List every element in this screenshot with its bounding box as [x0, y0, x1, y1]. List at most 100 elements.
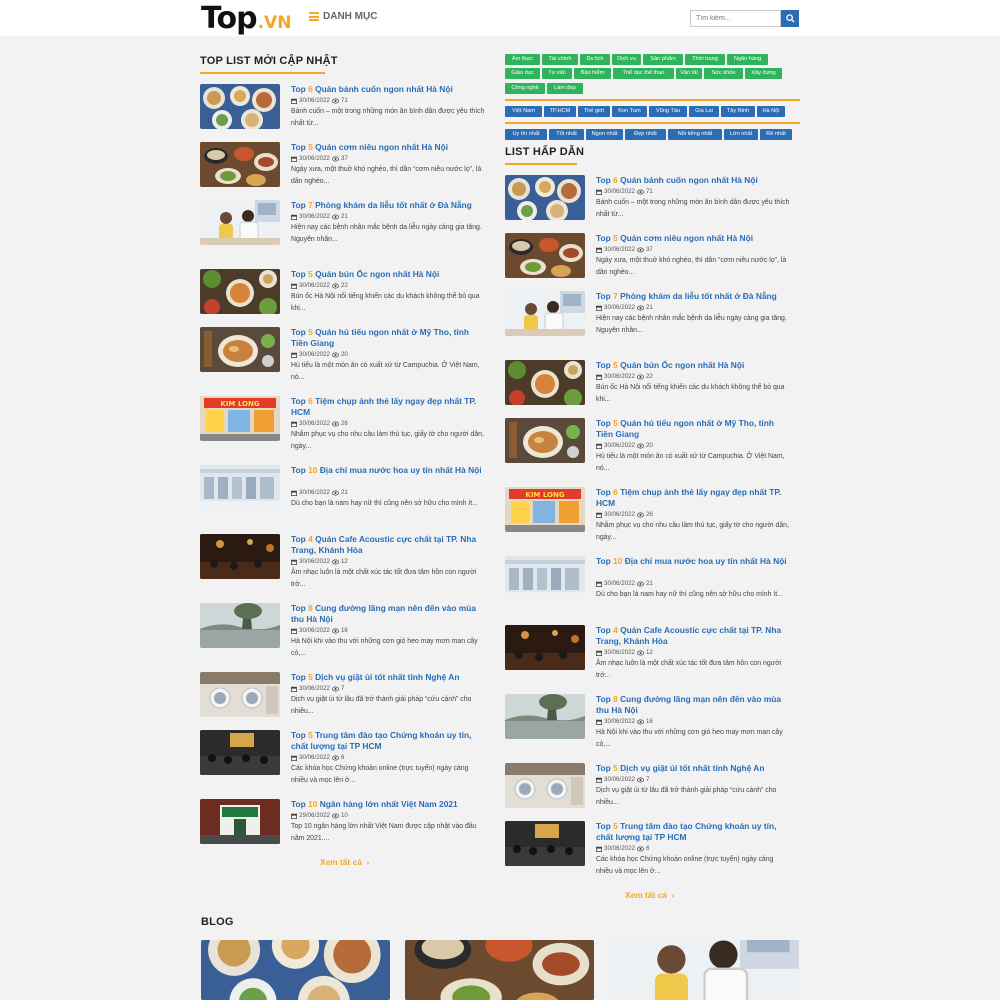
tag-link[interactable]: Du lịch	[580, 54, 610, 65]
article-title-link[interactable]: Top 5 Quán hủ tiếu ngon nhất ở Mỹ Tho, t…	[596, 418, 793, 440]
article-thumbnail[interactable]	[200, 269, 280, 314]
article-thumbnail[interactable]	[200, 603, 280, 648]
article-title-link[interactable]: Top 6 Quán bánh cuốn ngon nhất Hà Nội	[596, 175, 793, 186]
tag-link[interactable]: Thể dục thể thao	[613, 68, 674, 79]
article-title-link[interactable]: Top 5 Trung tâm đào tạo Chứng khoán uy t…	[596, 821, 793, 843]
article-title-link[interactable]: Top 10 Địa chỉ mua nước hoa uy tín nhất …	[291, 465, 488, 476]
tag-link[interactable]: Kon Tum	[612, 106, 647, 117]
article-title-link[interactable]: Top 5 Quán hủ tiếu ngon nhất ở Mỹ Tho, t…	[291, 327, 488, 349]
tag-link[interactable]: Ngân hàng	[727, 54, 768, 65]
article-excerpt: Bún ốc Hà Nội nổi tiếng khiến các du khá…	[291, 293, 480, 312]
article-item: Top 10 Địa chỉ mua nước hoa uy tín nhất …	[200, 465, 490, 523]
search-button[interactable]	[781, 10, 799, 27]
tag-link[interactable]: Đẹp nhất	[625, 129, 666, 140]
article-title-link[interactable]: Top 5 Quán cơm niêu ngon nhất Hà Nội	[291, 142, 488, 153]
article-title-link[interactable]: Top 10 Ngân hàng lớn nhất Việt Nam 2021	[291, 799, 488, 810]
blog-card-thumbnail[interactable]	[610, 940, 799, 1000]
article-title-link[interactable]: Top 10 Địa chỉ mua nước hoa uy tín nhất …	[596, 556, 793, 567]
article-date: 30/06/2022	[299, 489, 330, 496]
tag-link[interactable]: Bảo hiểm	[574, 68, 611, 79]
tag-link[interactable]: Dịch vụ	[612, 54, 641, 65]
calendar-icon	[596, 305, 602, 311]
article-thumbnail[interactable]	[200, 534, 280, 579]
tag-link[interactable]: Nổi tiếng nhất	[668, 129, 722, 140]
article-thumbnail[interactable]	[505, 625, 585, 670]
eye-icon	[331, 421, 339, 426]
article-thumbnail[interactable]	[200, 200, 280, 245]
tag-link[interactable]: Ngon nhất	[586, 129, 623, 140]
tag-link[interactable]: Vũng Tàu	[649, 106, 687, 117]
article-thumbnail[interactable]	[200, 327, 280, 372]
tag-link[interactable]: Gia Lai	[689, 106, 719, 117]
article-title-link[interactable]: Top 6 Quán bánh cuốn ngon nhất Hà Nội	[291, 84, 488, 95]
tag-link[interactable]: Hà Nội	[757, 106, 785, 117]
article-thumbnail[interactable]	[505, 233, 585, 278]
tag-link[interactable]: TP.HCM	[544, 106, 576, 117]
article-title-link[interactable]: Top 5 Quán cơm niêu ngon nhất Hà Nội	[596, 233, 793, 244]
site-logo[interactable]: Top .VN	[201, 2, 291, 34]
article-title-link[interactable]: Top 4 Quán Cafe Acoustic cực chất tại TP…	[596, 625, 793, 647]
article-title-link[interactable]: Top 7 Phòng khám da liễu tốt nhất ở Đà N…	[596, 291, 793, 302]
article-meta: 30/06/2022 71	[291, 97, 348, 104]
tag-link[interactable]: Việt Nam	[505, 106, 542, 117]
tag-link[interactable]: Công nghệ	[505, 83, 545, 94]
article-thumbnail[interactable]	[505, 418, 585, 463]
article-thumbnail[interactable]: KIM LONG	[200, 396, 280, 441]
left-see-all-link[interactable]: Xem tất cả ›	[320, 857, 369, 867]
article-item: Top 8 Cung đường lãng mạn nên đến vào mù…	[505, 694, 795, 752]
article-thumbnail[interactable]	[200, 465, 280, 510]
tag-link[interactable]: Giáo dục	[505, 68, 540, 79]
article-title-link[interactable]: Top 8 Cung đường lãng mạn nên đến vào mù…	[291, 603, 488, 625]
article-thumbnail[interactable]	[200, 730, 280, 775]
article-title: Quán Cafe Acoustic cực chất tại TP. Nha …	[596, 625, 782, 646]
article-meta: 30/06/2022 37	[291, 155, 348, 162]
article-item: Top 10 Địa chỉ mua nước hoa uy tín nhất …	[505, 556, 795, 614]
article-title-link[interactable]: Top 8 Cung đường lãng mạn nên đến vào mù…	[596, 694, 793, 716]
article-thumbnail[interactable]	[505, 821, 585, 866]
tag-link[interactable]: Uy tín nhất	[505, 129, 547, 140]
tag-link[interactable]: Làm đẹp	[547, 83, 583, 94]
article-title-link[interactable]: Top 6 Tiệm chụp ảnh thẻ lấy ngay đẹp nhấ…	[596, 487, 793, 509]
category-menu-button[interactable]: DANH MỤC	[309, 11, 377, 22]
blog-card-thumbnail[interactable]	[201, 940, 390, 1000]
article-thumbnail[interactable]	[200, 799, 280, 844]
tag-link[interactable]: Tây Ninh	[721, 106, 755, 117]
article-excerpt: Hủ tiếu là một món ăn có xuất xứ từ Camp…	[596, 453, 785, 472]
search-input[interactable]	[690, 10, 781, 27]
article-thumbnail[interactable]: KIM LONG	[505, 487, 585, 532]
article-thumbnail[interactable]	[505, 694, 585, 739]
article-title-link[interactable]: Top 7 Phòng khám da liễu tốt nhất ở Đà N…	[291, 200, 488, 211]
article-thumbnail[interactable]	[200, 84, 280, 129]
tag-link[interactable]: Lớn nhất	[724, 129, 758, 140]
article-title-link[interactable]: Top 4 Quán Cafe Acoustic cực chất tại TP…	[291, 534, 488, 556]
article-thumbnail[interactable]	[505, 291, 585, 336]
tag-link[interactable]: Sức khỏe	[704, 68, 743, 79]
article-title-link[interactable]: Top 5 Dịch vụ giặt ủi tốt nhất tỉnh Nghệ…	[291, 672, 488, 683]
article-thumbnail[interactable]	[505, 556, 585, 601]
blog-card-thumbnail[interactable]	[405, 940, 594, 1000]
tag-link[interactable]: Thời trang	[685, 54, 725, 65]
tag-link[interactable]: Sản phẩm	[643, 54, 683, 65]
article-date: 30/06/2022	[299, 97, 330, 104]
calendar-icon	[291, 214, 297, 220]
article-thumbnail[interactable]	[505, 360, 585, 405]
tag-link[interactable]: Tư vấn	[542, 68, 572, 79]
tag-link[interactable]: Ẩm thực	[505, 54, 540, 65]
article-title-link[interactable]: Top 5 Quán bún Ốc ngon nhất Hà Nội	[291, 269, 488, 280]
article-thumbnail[interactable]	[505, 763, 585, 808]
tag-link[interactable]: Thế giới	[578, 106, 610, 117]
article-title-link[interactable]: Top 6 Tiệm chụp ảnh thẻ lấy ngay đẹp nhấ…	[291, 396, 488, 418]
tag-link[interactable]: Rẻ nhất	[760, 129, 792, 140]
article-title-link[interactable]: Top 5 Quán bún Ốc ngon nhất Hà Nội	[596, 360, 793, 371]
tag-link[interactable]: Tài chính	[542, 54, 578, 65]
article-thumbnail[interactable]	[505, 175, 585, 220]
tag-link[interactable]: Xây dựng	[745, 68, 782, 79]
article-title-link[interactable]: Top 5 Trung tâm đào tạo Chứng khoán uy t…	[291, 730, 488, 752]
tag-link[interactable]: Vận tải	[676, 68, 702, 79]
article-thumbnail[interactable]	[200, 142, 280, 187]
tag-link[interactable]: Tốt nhất	[549, 129, 584, 140]
article-views: 71	[340, 97, 348, 104]
right-see-all-link[interactable]: Xem tất cả ›	[625, 890, 674, 900]
article-title-link[interactable]: Top 5 Dịch vụ giặt ủi tốt nhất tỉnh Nghệ…	[596, 763, 793, 774]
article-thumbnail[interactable]	[200, 672, 280, 717]
